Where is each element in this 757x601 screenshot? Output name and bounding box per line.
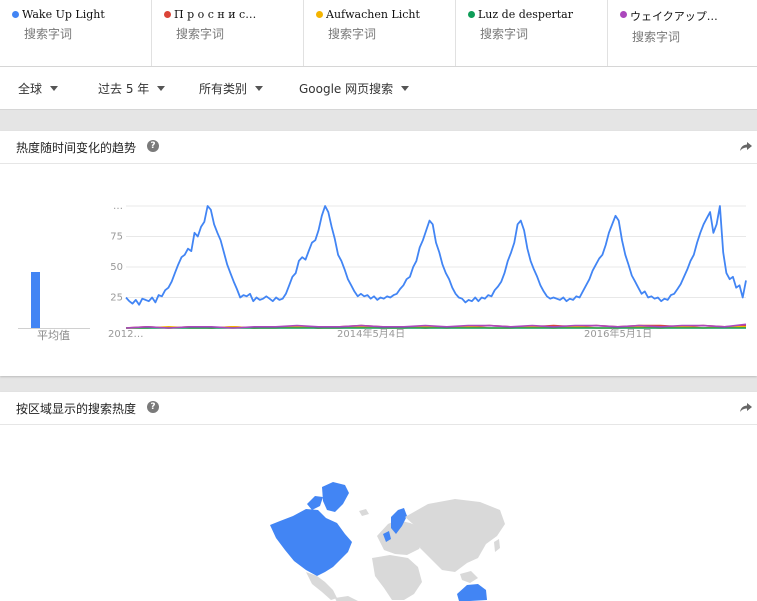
map-region-iceland[interactable] bbox=[359, 509, 369, 516]
x-tick-label: 2012… bbox=[108, 329, 143, 340]
map-region-japan[interactable] bbox=[494, 539, 500, 552]
help-icon[interactable]: ? bbox=[147, 401, 159, 413]
world-map[interactable] bbox=[0, 424, 757, 601]
map-region-arctic-islands[interactable] bbox=[307, 496, 323, 510]
map-region-australia[interactable] bbox=[457, 584, 487, 601]
share-icon[interactable] bbox=[739, 400, 753, 414]
x-tick-label: 2014年5月4日 bbox=[337, 327, 405, 340]
series-line-0[interactable] bbox=[125, 205, 747, 306]
map-region-southeast-asia[interactable] bbox=[460, 571, 478, 583]
y-tick-label: 25 bbox=[110, 293, 123, 304]
map-region-africa[interactable] bbox=[372, 555, 422, 600]
map-region-north-america[interactable] bbox=[270, 509, 352, 576]
y-tick-label: … bbox=[113, 201, 123, 212]
map-region-greenland[interactable] bbox=[322, 482, 349, 512]
x-tick-label: 2016年5月1日 bbox=[584, 327, 652, 340]
card-title: 按区域显示的搜索热度 bbox=[16, 402, 137, 416]
card-header: 按区域显示的搜索热度 ? bbox=[0, 392, 757, 425]
y-tick-label: 75 bbox=[110, 232, 123, 243]
map-region-central-america[interactable] bbox=[306, 572, 337, 600]
y-tick-label: 50 bbox=[110, 262, 123, 273]
map-region-south-america[interactable] bbox=[335, 596, 366, 601]
interest-by-region-card: 按区域显示的搜索热度 ? bbox=[0, 392, 757, 601]
